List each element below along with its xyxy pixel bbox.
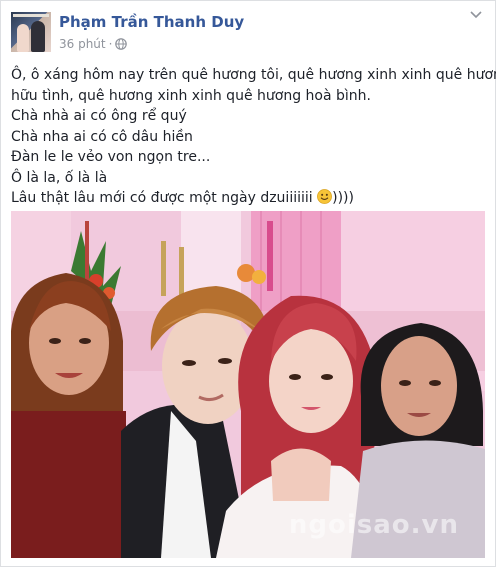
post-text-line: hữu tình, quê hương xinh xinh quê hương … bbox=[11, 87, 371, 104]
post-meta: 36 phút · bbox=[59, 37, 128, 51]
author-avatar[interactable] bbox=[11, 12, 51, 52]
post-text-last-line: Lâu thật lâu mới có được một ngày dzuiii… bbox=[11, 188, 487, 209]
post-timestamp[interactable]: 36 phút bbox=[59, 37, 106, 51]
facebook-post-card: Phạm Trần Thanh Duy 36 phút · Ô, ô xáng h… bbox=[0, 0, 496, 567]
post-text-line: Lâu thật lâu mới có được một ngày dzuiii… bbox=[11, 190, 313, 206]
post-options-chevron-icon[interactable] bbox=[469, 7, 483, 21]
selfie-photo-illustration bbox=[11, 211, 485, 558]
watermark-text: ngoisao.vn bbox=[288, 510, 459, 540]
post-text-line: Đàn le le vẻo von ngọn tre... bbox=[11, 149, 211, 165]
post-photo[interactable]: ngoisao.vn bbox=[11, 211, 485, 558]
post-text-line: Ô, ô xáng hôm nay trên quê hương tôi, qu… bbox=[11, 67, 496, 83]
post-body-text: Ô, ô xáng hôm nay trên quê hương tôi, qu… bbox=[11, 65, 496, 209]
globe-icon[interactable] bbox=[115, 38, 128, 50]
meta-separator: · bbox=[108, 37, 113, 51]
smiley-icon bbox=[317, 189, 333, 204]
post-text-line: Chà nha ai có cô dâu hiền bbox=[11, 128, 193, 145]
post-text-tail: )))) bbox=[332, 190, 354, 206]
post-text-line: Ô là la, ố là là bbox=[11, 169, 108, 186]
author-name-link[interactable]: Phạm Trần Thanh Duy bbox=[59, 13, 244, 31]
post-text-line: Chà nhà ai có ông rể quý bbox=[11, 108, 187, 124]
